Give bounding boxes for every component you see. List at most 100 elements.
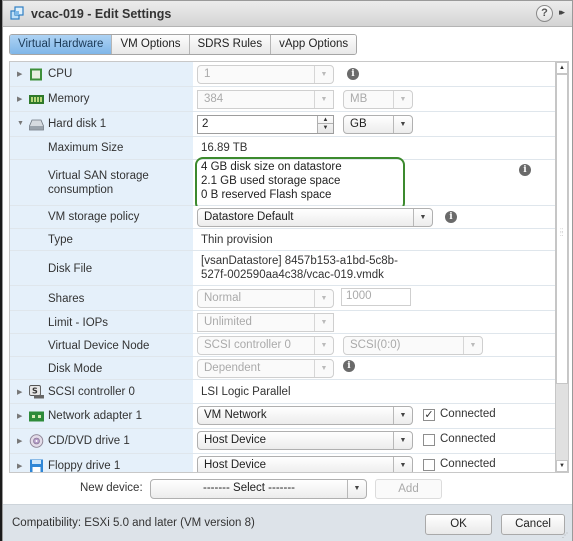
vertical-scrollbar[interactable]: ▲ :::: ▼ [555,62,568,472]
dropdown-arrow-icon: ▼ [393,407,412,424]
cd-dvd-connected-label: Connected [440,433,496,445]
type-value: Thin provision [201,234,273,246]
cpu-count-select[interactable]: 1 ▼ [197,65,334,84]
vsan-label-line2: consumption [48,184,114,196]
expand-arrow-icon[interactable]: ▶ [17,70,22,78]
floppy-connected-label: Connected [440,458,496,470]
network-adapter-label: Network adapter 1 [48,410,142,422]
row-device-node: Virtual Device Node SCSI controller 0 ▼ … [10,334,556,357]
disk-unit-select[interactable]: GB ▼ [343,115,413,134]
scroll-down-icon[interactable]: ▼ [556,460,568,472]
dropdown-arrow-icon: ▼ [413,209,432,226]
network-select[interactable]: VM Network ▼ [197,406,413,425]
collapse-arrow-icon[interactable]: ▼ [17,120,24,127]
disk-file-line1: [vsanDatastore] 8457b153-a1bd-5c8b- [201,255,398,267]
dropdown-arrow-icon: ▼ [393,457,412,472]
expand-arrow-icon[interactable]: ▶ [17,412,22,420]
hardware-grid: ▶ CPU 1 ▼ i ▶ Memory 384 ▼ MB ▼ ▼ Hard d… [9,61,569,473]
disk-size-input[interactable]: 2 ▲ ▼ [197,115,334,134]
row-storage-policy: VM storage policy Datastore Default ▼ i [10,206,556,229]
dropdown-arrow-icon: ▼ [314,314,333,331]
floppy-connected-checkbox[interactable] [423,459,435,471]
floppy-drive-label: Floppy drive 1 [48,460,121,472]
disk-file-label: Disk File [48,263,93,275]
dropdown-arrow-icon: ▼ [314,360,333,377]
info-icon[interactable]: i [445,211,457,223]
grip-icon: :::: [560,228,564,238]
limit-iops-select[interactable]: Unlimited ▼ [197,313,334,332]
spin-up-icon[interactable]: ▲ [318,116,333,124]
expand-arrow-icon[interactable]: ▶ [17,437,22,445]
disk-file-line2: 527f-002590aa4c38/vcac-019.vmdk [201,269,384,281]
device-node-select[interactable]: SCSI(0:0) ▼ [343,336,483,355]
type-label: Type [48,234,73,246]
row-hard-disk: ▼ Hard disk 1 2 ▲ ▼ GB ▼ [10,112,556,137]
shares-select[interactable]: Normal ▼ [197,289,334,308]
disk-mode-select[interactable]: Dependent ▼ [197,359,334,378]
memory-icon [29,95,44,104]
row-disk-mode: Disk Mode Dependent ▼ i [10,357,556,380]
row-cddvd-drive: ▶ CD/DVD drive 1 Host Device ▼ Connected [10,429,556,454]
tab-virtual-hardware[interactable]: Virtual Hardware [10,35,113,54]
storage-policy-select[interactable]: Datastore Default ▼ [197,208,433,227]
new-device-select[interactable]: ------- Select ------- ▼ [150,479,367,499]
cpu-label: CPU [48,68,73,80]
row-disk-file: Disk File [vsanDatastore] 8457b153-a1bd-… [10,251,556,286]
row-cpu: ▶ CPU 1 ▼ i [10,62,556,87]
help-button[interactable]: ? [536,5,553,22]
controller-select[interactable]: SCSI controller 0 ▼ [197,336,334,355]
scrollbar-thumb[interactable]: :::: [556,74,568,384]
memory-unit-select[interactable]: MB ▼ [343,90,413,109]
info-icon[interactable]: i [343,360,355,372]
dropdown-arrow-icon: ▼ [393,91,412,108]
info-icon[interactable]: i [347,68,359,80]
row-vsan-consumption: Virtual SAN storage consumption 4 GB dis… [10,157,556,211]
expand-icon[interactable]: ▸▸ [559,7,565,18]
tab-vm-options[interactable]: VM Options [112,35,190,54]
row-network-adapter: ▶ Network adapter 1 VM Network ▼ ✓ Conne… [10,404,556,429]
cpu-icon [30,68,42,81]
row-memory: ▶ Memory 384 ▼ MB ▼ [10,87,556,112]
disk-mode-label: Disk Mode [48,363,103,375]
dropdown-arrow-icon: ▼ [393,116,412,133]
dialog-title: vcac-019 - Edit Settings [31,7,172,21]
expand-arrow-icon[interactable]: ▶ [17,462,22,470]
info-icon[interactable]: i [519,164,531,176]
new-device-label: New device: [80,482,143,494]
row-shares: Shares Normal ▼ 1000 [10,286,556,311]
dropdown-arrow-icon: ▼ [314,91,333,108]
spin-down-icon[interactable]: ▼ [318,124,333,132]
add-device-button[interactable]: Add [375,479,442,499]
scsi-controller-label: SCSI controller 0 [48,386,135,398]
dropdown-arrow-icon: ▼ [463,337,482,354]
row-floppy-drive: ▶ Floppy drive 1 Host Device ▼ Connected [10,454,556,472]
device-node-label: Virtual Device Node [48,340,150,352]
network-connected-label: Connected [440,408,496,420]
vsan-disk-size: 4 GB disk size on datastore [201,161,342,173]
dropdown-arrow-icon: ▼ [393,432,412,449]
expand-arrow-icon[interactable]: ▶ [17,388,22,396]
vsan-label-line1: Virtual SAN storage [48,170,149,182]
cancel-button[interactable]: Cancel [501,514,565,535]
cd-dvd-select[interactable]: Host Device ▼ [197,431,413,450]
ok-button[interactable]: OK [425,514,492,535]
floppy-drive-icon [30,459,43,472]
floppy-select[interactable]: Host Device ▼ [197,456,413,472]
cd-dvd-label: CD/DVD drive 1 [48,435,130,447]
tab-sdrs-rules[interactable]: SDRS Rules [189,35,272,54]
cd-dvd-connected-checkbox[interactable] [423,434,435,446]
tab-vapp-options[interactable]: vApp Options [271,35,357,54]
dropdown-arrow-icon: ▼ [314,290,333,307]
max-size-label: Maximum Size [48,142,124,154]
scroll-up-icon[interactable]: ▲ [556,62,568,74]
limit-iops-label: Limit - IOPs [48,317,109,329]
network-adapter-icon [29,411,44,422]
network-connected-checkbox[interactable]: ✓ [423,409,435,421]
expand-arrow-icon[interactable]: ▶ [17,95,22,103]
hard-disk-icon [29,119,44,131]
row-disk-type: Type Thin provision [10,229,556,251]
resize-grip-icon[interactable]: ⋰ [562,532,570,540]
memory-size-input[interactable]: 384 ▼ [197,90,334,109]
shares-amount-input[interactable]: 1000 [341,288,411,306]
vm-icon [10,6,24,20]
